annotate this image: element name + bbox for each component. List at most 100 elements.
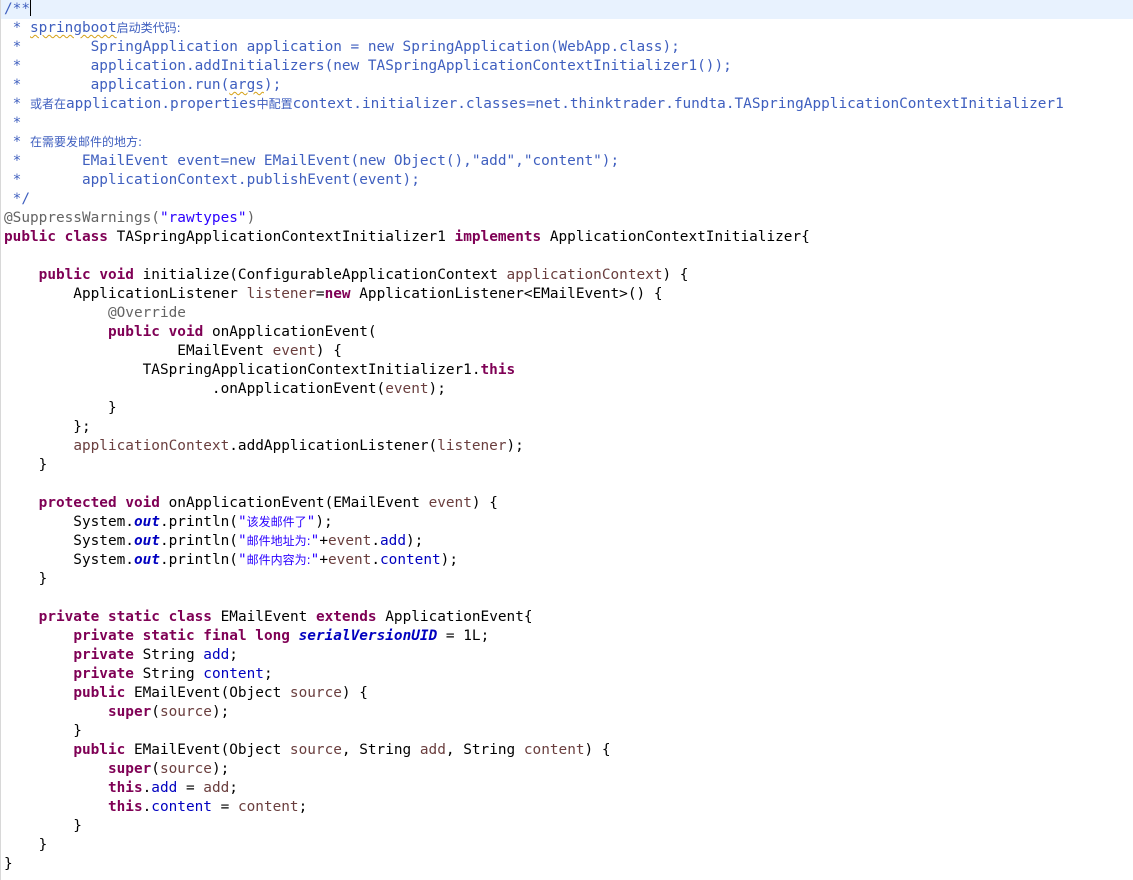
code-line[interactable]: private String add; — [4, 646, 1133, 665]
code-line[interactable]: TASpringApplicationContextInitializer1.t… — [4, 361, 1133, 380]
code-token: listener — [246, 286, 316, 302]
code-token: public — [73, 685, 126, 701]
code-line[interactable]: * applicationContext.publishEvent(event)… — [4, 171, 1133, 190]
code-line[interactable]: * SpringApplication application = new Sp… — [4, 38, 1133, 57]
code-token: ) { — [471, 495, 498, 511]
code-token: args — [229, 77, 264, 93]
code-token: static — [107, 609, 160, 625]
code-token: add — [151, 780, 178, 796]
code-line[interactable]: public class TASpringApplicationContextI… — [4, 228, 1133, 247]
code-line[interactable]: } — [4, 456, 1133, 475]
code-line[interactable]: EMailEvent event) { — [4, 342, 1133, 361]
code-token: event — [272, 343, 316, 359]
code-line[interactable]: private static class EMailEvent extends … — [4, 608, 1133, 627]
code-token: new — [324, 286, 351, 302]
code-token: serialVersionUID — [298, 628, 438, 644]
code-line[interactable]: public EMailEvent(Object source) { — [4, 684, 1133, 703]
code-token: + — [319, 533, 329, 549]
code-token: 在需要发邮件的地方: — [30, 135, 143, 149]
code-line[interactable]: this.content = content; — [4, 798, 1133, 817]
code-line[interactable]: super(source); — [4, 760, 1133, 779]
code-line[interactable]: @SuppressWarnings("rawtypes") — [4, 209, 1133, 228]
code-line[interactable]: System.out.println("邮件内容为:"+event.conten… — [4, 551, 1133, 570]
code-token: = — [211, 799, 238, 815]
code-line[interactable]: System.out.println("邮件地址为:"+event.add); — [4, 532, 1133, 551]
code-line[interactable]: } — [4, 722, 1133, 741]
code-line[interactable]: private static final long serialVersionU… — [4, 627, 1133, 646]
code-line[interactable]: } — [4, 570, 1133, 589]
code-token: ApplicationListener — [4, 286, 247, 302]
code-token: TASpringApplicationContextInitializer1 — [107, 229, 455, 245]
code-token: * applicationContext.publishEvent(event)… — [4, 172, 420, 188]
code-token: } — [4, 457, 48, 473]
code-token: private — [73, 647, 134, 663]
code-token: * — [4, 134, 30, 150]
code-token: onApplicationEvent(EMailEvent — [159, 495, 429, 511]
code-line[interactable]: public EMailEvent(Object source, String … — [4, 741, 1133, 760]
code-line[interactable]: public void initialize(ConfigurableAppli… — [4, 266, 1133, 285]
code-line[interactable]: ​ — [4, 247, 1133, 266]
code-line[interactable]: } — [4, 817, 1133, 836]
code-line[interactable]: System.out.println("该发邮件了"); — [4, 513, 1133, 532]
code-line[interactable]: } — [4, 399, 1133, 418]
code-line[interactable]: ​ — [4, 589, 1133, 608]
code-token: ) — [246, 210, 256, 226]
code-token: source — [159, 761, 212, 777]
code-line[interactable]: * application.addInitializers(new TASpri… — [4, 57, 1133, 76]
code-line[interactable]: .onApplicationEvent(event); — [4, 380, 1133, 399]
code-line[interactable]: */ — [4, 190, 1133, 209]
code-token: * — [4, 20, 30, 36]
code-line[interactable]: * 在需要发邮件的地方: — [4, 133, 1133, 152]
code-token: context.initializer.classes=net.thinktra… — [292, 96, 1064, 112]
code-token: ; — [229, 647, 238, 663]
code-token: source — [159, 704, 212, 720]
code-line[interactable]: } — [4, 836, 1133, 855]
code-token: add — [203, 647, 230, 663]
code-token: ); — [315, 514, 333, 530]
code-line[interactable]: * 或者在application.properties中配置context.in… — [4, 95, 1133, 114]
code-line[interactable]: ​ — [4, 475, 1133, 494]
code-line[interactable]: * — [4, 114, 1133, 133]
code-line[interactable]: this.add = add; — [4, 779, 1133, 798]
code-line[interactable]: private String content; — [4, 665, 1133, 684]
code-line[interactable]: public void onApplicationEvent( — [4, 323, 1133, 342]
code-line[interactable]: protected void onApplicationEvent(EMailE… — [4, 494, 1133, 513]
code-token: ; — [263, 666, 273, 682]
code-token: out — [133, 552, 160, 568]
code-token: ); — [211, 761, 230, 777]
code-token: , String — [445, 742, 524, 758]
code-editor[interactable]: /** * springboot启动类代码: * SpringApplicati… — [0, 0, 1133, 880]
code-line[interactable]: ApplicationListener listener=new Applica… — [4, 285, 1133, 304]
code-line[interactable]: * application.run(args); — [4, 76, 1133, 95]
code-line[interactable]: * EMailEvent event=new EMailEvent(new Ob… — [4, 152, 1133, 171]
code-area[interactable]: /** * springboot启动类代码: * SpringApplicati… — [1, 0, 1133, 874]
code-token: System. — [4, 552, 134, 568]
code-token: ); — [428, 381, 446, 397]
code-token: content — [151, 799, 212, 815]
code-token: private — [73, 666, 134, 682]
code-line[interactable]: /** — [1, 0, 1133, 19]
code-token: implements — [454, 229, 542, 245]
code-token: applicationContext — [73, 438, 230, 454]
code-token: add — [419, 742, 446, 758]
code-token: ) { — [315, 343, 342, 359]
code-line[interactable]: @Override — [4, 304, 1133, 323]
code-line[interactable]: }; — [4, 418, 1133, 437]
code-token: event — [428, 495, 472, 511]
code-line[interactable]: } — [4, 855, 1133, 874]
code-token: TASpringApplicationContextInitializer1. — [4, 362, 481, 378]
code-token: .addApplicationListener( — [229, 438, 438, 454]
code-line[interactable]: super(source); — [4, 703, 1133, 722]
code-line[interactable]: applicationContext.addApplicationListene… — [4, 437, 1133, 456]
code-line[interactable]: * springboot启动类代码: — [4, 19, 1133, 38]
code-token: 启动类代码: — [116, 21, 181, 35]
